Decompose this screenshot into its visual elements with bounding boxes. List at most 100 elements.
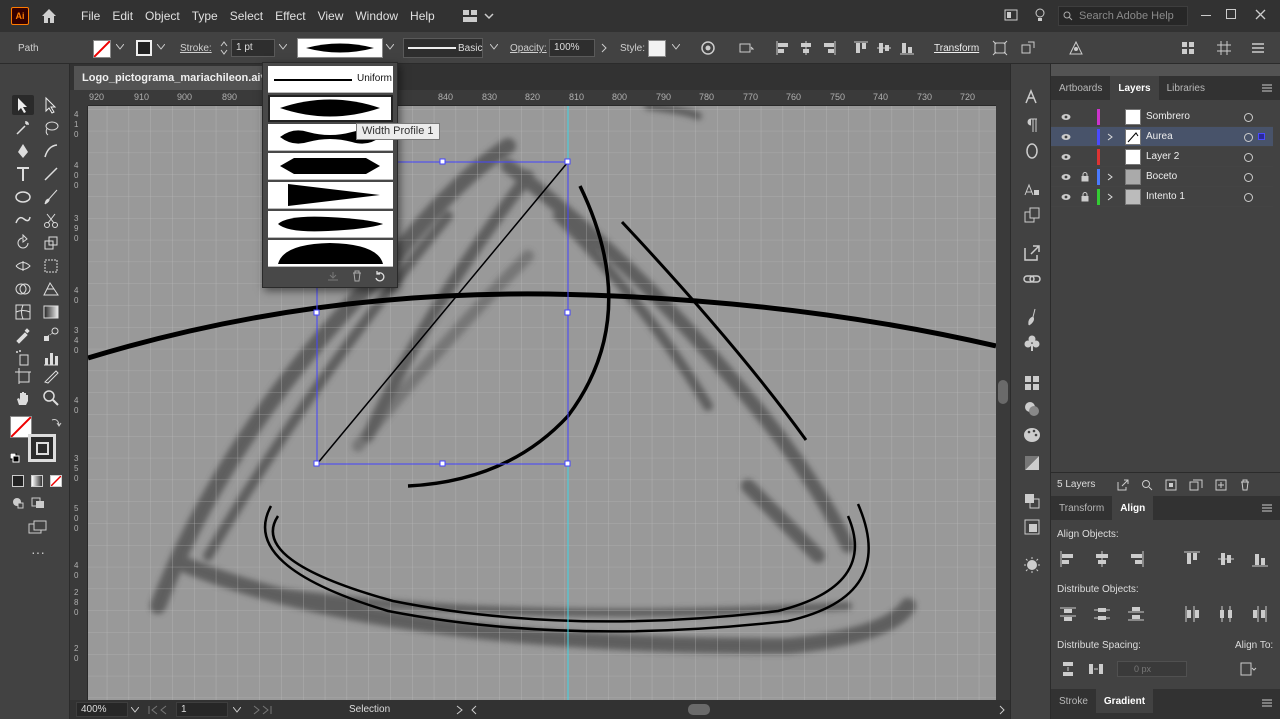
menu-help[interactable]: Help	[404, 9, 441, 23]
transform-link[interactable]: Transform	[934, 43, 979, 54]
club-symbol-icon[interactable]	[1023, 334, 1041, 352]
slice-tool[interactable]	[40, 366, 62, 386]
distribute-left-icon[interactable]	[1183, 605, 1201, 623]
eyedropper-tool[interactable]	[12, 325, 34, 345]
width-tool[interactable]	[12, 256, 34, 276]
menu-view[interactable]: View	[312, 9, 350, 23]
distribute-right-icon[interactable]	[1251, 605, 1269, 623]
lightbulb-icon[interactable]	[1033, 8, 1047, 22]
stroke-weight-input[interactable]: 1 pt	[231, 39, 275, 57]
scale-tool[interactable]	[40, 233, 62, 253]
mesh-tool[interactable]	[12, 302, 34, 322]
menu-select[interactable]: Select	[224, 9, 269, 23]
chevron-down-icon[interactable]	[386, 44, 394, 50]
first-artboard-icon[interactable]	[148, 705, 170, 715]
chevron-down-icon[interactable]	[279, 44, 287, 50]
scroll-right-icon[interactable]	[998, 705, 1006, 715]
distribute-center-icon[interactable]	[1093, 605, 1111, 623]
layer-target-circle[interactable]	[1244, 153, 1253, 162]
expand-arrow-icon[interactable]	[1107, 193, 1113, 201]
blend-tool[interactable]	[40, 325, 62, 345]
visibility-eye-icon[interactable]	[1061, 193, 1071, 201]
new-layer-icon[interactable]	[1215, 479, 1227, 491]
chevron-down-icon[interactable]	[233, 707, 241, 713]
gradient-tool[interactable]	[40, 302, 62, 322]
layer-name[interactable]: Sombrero	[1146, 111, 1190, 122]
zoom-level-input[interactable]: 400%	[76, 702, 128, 717]
draw-normal-icon[interactable]	[12, 497, 24, 509]
export-to-collect-icon[interactable]	[1117, 479, 1129, 491]
clipping-mask-icon[interactable]	[1165, 479, 1177, 491]
swatches-icon[interactable]	[1023, 374, 1041, 392]
scroll-left-icon[interactable]	[470, 705, 478, 715]
width-profile-6[interactable]	[268, 240, 393, 267]
draw-behind-icon[interactable]	[31, 497, 45, 509]
layer-target-circle[interactable]	[1244, 193, 1253, 202]
last-artboard-icon[interactable]	[250, 705, 272, 715]
graphic-styles-icon[interactable]	[1023, 400, 1041, 418]
new-sublayer-icon[interactable]	[1189, 479, 1203, 491]
layer-row[interactable]: Intento 1	[1051, 187, 1273, 207]
shape-builder-tool[interactable]	[12, 279, 34, 299]
stroke-swatch[interactable]	[136, 40, 152, 56]
tab-libraries[interactable]: Libraries	[1159, 76, 1213, 100]
default-colors-icon[interactable]	[10, 453, 20, 463]
close-window-button[interactable]	[1255, 9, 1266, 20]
fill-swatch[interactable]	[93, 40, 111, 58]
distribute-bottom-icon[interactable]	[1127, 605, 1145, 623]
align-bottom-icon[interactable]	[899, 40, 915, 56]
visibility-eye-icon[interactable]	[1061, 133, 1071, 141]
vertical-ruler[interactable]: 4 1 0 4 0 0 3 9 0 4 0 3 4 0 4 0 3 5 0 5 …	[70, 106, 88, 700]
puppet-warp-icon[interactable]	[1068, 40, 1084, 56]
paintbrush-tool[interactable]	[40, 187, 62, 207]
symbol-sprayer-tool[interactable]	[12, 348, 34, 368]
horizontal-align-right-icon[interactable]	[1127, 550, 1145, 568]
magic-wand-tool[interactable]	[12, 118, 34, 138]
appearance-icon[interactable]	[1023, 556, 1041, 574]
zoom-tool[interactable]	[40, 388, 62, 408]
menu-window[interactable]: Window	[349, 9, 404, 23]
align-to-dropdown-icon[interactable]	[1239, 660, 1257, 678]
align-to-selection-icon[interactable]	[738, 40, 754, 56]
menu-type[interactable]: Type	[186, 9, 224, 23]
edit-toolbar-more-icon[interactable]: ···	[31, 545, 47, 559]
horizontal-scroll-thumb[interactable]	[688, 704, 710, 715]
delete-profile-icon[interactable]	[351, 270, 363, 282]
menu-edit[interactable]: Edit	[106, 9, 139, 23]
grid-icon[interactable]	[1216, 40, 1232, 56]
chevron-right-icon[interactable]	[456, 705, 464, 715]
layer-name[interactable]: Layer 2	[1146, 151, 1179, 162]
stroke-label[interactable]: Stroke:	[180, 43, 212, 54]
align-top-icon[interactable]	[853, 40, 869, 56]
distribute-top-icon[interactable]	[1059, 605, 1077, 623]
chevron-down-icon[interactable]	[672, 44, 680, 50]
width-profile-uniform[interactable]: Uniform	[268, 66, 393, 93]
vertical-scrollbar[interactable]	[996, 90, 1010, 700]
artboard-canvas[interactable]	[88, 106, 996, 700]
expand-arrow-icon[interactable]	[1107, 173, 1113, 181]
line-tool[interactable]	[40, 164, 62, 184]
chevron-down-icon[interactable]	[116, 44, 124, 50]
transform-each-icon[interactable]	[1020, 40, 1036, 56]
lasso-tool[interactable]	[40, 118, 62, 138]
scissors-tool[interactable]	[40, 210, 62, 230]
type-tool[interactable]	[12, 164, 34, 184]
swap-colors-icon[interactable]	[50, 416, 62, 428]
vertical-align-top-icon[interactable]	[1183, 550, 1201, 568]
align-center-icon[interactable]	[798, 40, 814, 56]
pen-tool[interactable]	[12, 141, 34, 161]
pathfinder-icon[interactable]	[1023, 492, 1041, 510]
align-right-icon[interactable]	[821, 40, 837, 56]
menu-effect[interactable]: Effect	[269, 9, 311, 23]
document-tab[interactable]: Logo_pictograma_mariachileon.ai* @	[74, 66, 272, 90]
expand-arrow-icon[interactable]	[1107, 133, 1113, 141]
width-profile-4[interactable]	[268, 182, 393, 209]
glyphs-icon[interactable]	[1023, 180, 1041, 198]
none-mode-button[interactable]	[50, 475, 62, 487]
recolor-artwork-icon[interactable]	[700, 40, 716, 56]
tab-layers[interactable]: Layers	[1110, 76, 1159, 100]
brushes-icon[interactable]	[1023, 308, 1041, 326]
graphic-style-swatch[interactable]	[648, 40, 666, 57]
locate-object-icon[interactable]	[1141, 479, 1153, 491]
chevron-down-icon[interactable]	[131, 707, 139, 713]
